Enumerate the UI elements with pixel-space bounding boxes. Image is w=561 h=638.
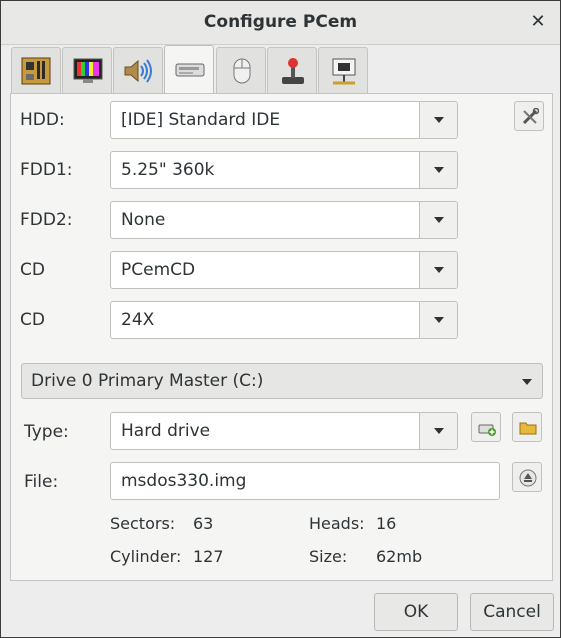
display-icon bbox=[73, 58, 103, 83]
drive-select[interactable]: Drive 0 Primary Master (C:) bbox=[21, 363, 543, 399]
cd-value: PCemCD bbox=[121, 260, 196, 280]
mouse-icon bbox=[233, 58, 251, 84]
file-path-field[interactable] bbox=[121, 471, 481, 491]
fdd1-value: 5.25" 360k bbox=[121, 160, 215, 180]
type-label: Type: bbox=[24, 422, 69, 442]
cancel-button[interactable]: Cancel bbox=[470, 593, 554, 631]
chevron-down-icon[interactable] bbox=[419, 202, 457, 238]
storage-panel: HDD: [IDE] Standard IDE FDD1: 5.25" 360k… bbox=[10, 93, 553, 581]
motherboard-icon bbox=[21, 57, 51, 85]
configure-dialog: Configure PCem ✕ HDD: [IDE] Standard IDE… bbox=[0, 0, 561, 638]
cylinder-value: 127 bbox=[193, 547, 224, 566]
fdd2-value: None bbox=[121, 210, 166, 230]
sectors-label: Sectors: bbox=[110, 514, 176, 533]
drive-type-select[interactable]: Hard drive bbox=[110, 412, 458, 450]
chevron-down-icon[interactable] bbox=[419, 413, 457, 449]
cd-select[interactable]: PCemCD bbox=[110, 251, 458, 289]
tab-mouse[interactable] bbox=[216, 47, 266, 93]
new-image-button[interactable] bbox=[471, 412, 501, 442]
sectors-value: 63 bbox=[193, 514, 214, 533]
window-title: Configure PCem bbox=[203, 12, 358, 32]
sound-icon bbox=[124, 59, 152, 83]
heads-label: Heads: bbox=[309, 514, 365, 533]
folder-icon bbox=[519, 422, 537, 435]
cylinder-label: Cylinder: bbox=[110, 547, 182, 566]
tab-display[interactable] bbox=[62, 47, 112, 93]
tab-network[interactable] bbox=[318, 47, 368, 93]
cd-speed-select[interactable]: 24X bbox=[110, 301, 458, 339]
title-bar: Configure PCem ✕ bbox=[1, 1, 560, 45]
file-label: File: bbox=[24, 472, 59, 492]
chevron-down-icon[interactable] bbox=[419, 252, 457, 288]
cd-speed-label: CD bbox=[20, 310, 45, 330]
joystick-icon bbox=[282, 58, 304, 84]
tab-joystick[interactable] bbox=[267, 47, 317, 93]
fdd1-select[interactable]: 5.25" 360k bbox=[110, 151, 458, 189]
tab-motherboard[interactable] bbox=[11, 47, 61, 93]
hdd-label: HDD: bbox=[20, 110, 65, 130]
eject-button[interactable] bbox=[512, 462, 542, 492]
new-drive-icon bbox=[478, 424, 496, 436]
open-image-button[interactable] bbox=[512, 412, 542, 442]
drive-icon bbox=[175, 63, 205, 77]
chevron-down-icon[interactable] bbox=[419, 102, 457, 138]
size-value: 62mb bbox=[376, 547, 423, 566]
fdd1-label: FDD1: bbox=[20, 160, 73, 180]
fdd2-label: FDD2: bbox=[20, 210, 73, 230]
eject-icon bbox=[519, 469, 537, 487]
hdd-value: [IDE] Standard IDE bbox=[121, 110, 281, 130]
heads-value: 16 bbox=[376, 514, 397, 533]
size-label: Size: bbox=[309, 547, 348, 566]
close-icon: ✕ bbox=[530, 11, 546, 32]
drive-type-value: Hard drive bbox=[121, 421, 211, 441]
file-input[interactable] bbox=[110, 462, 500, 500]
chevron-down-icon[interactable] bbox=[419, 302, 457, 338]
tab-sound[interactable] bbox=[113, 47, 163, 93]
drive-select-value: Drive 0 Primary Master (C:) bbox=[31, 371, 264, 391]
cd-label: CD bbox=[20, 260, 45, 280]
hdd-configure-button[interactable] bbox=[514, 101, 544, 131]
fdd2-select[interactable]: None bbox=[110, 201, 458, 239]
hdd-select[interactable]: [IDE] Standard IDE bbox=[110, 101, 458, 139]
chevron-down-icon[interactable] bbox=[419, 152, 457, 188]
close-button[interactable]: ✕ bbox=[526, 10, 550, 34]
ok-button[interactable]: OK bbox=[374, 593, 458, 631]
network-icon bbox=[332, 58, 356, 85]
tab-storage[interactable] bbox=[164, 45, 214, 94]
cd-speed-value: 24X bbox=[121, 310, 155, 330]
tools-icon bbox=[522, 108, 539, 125]
